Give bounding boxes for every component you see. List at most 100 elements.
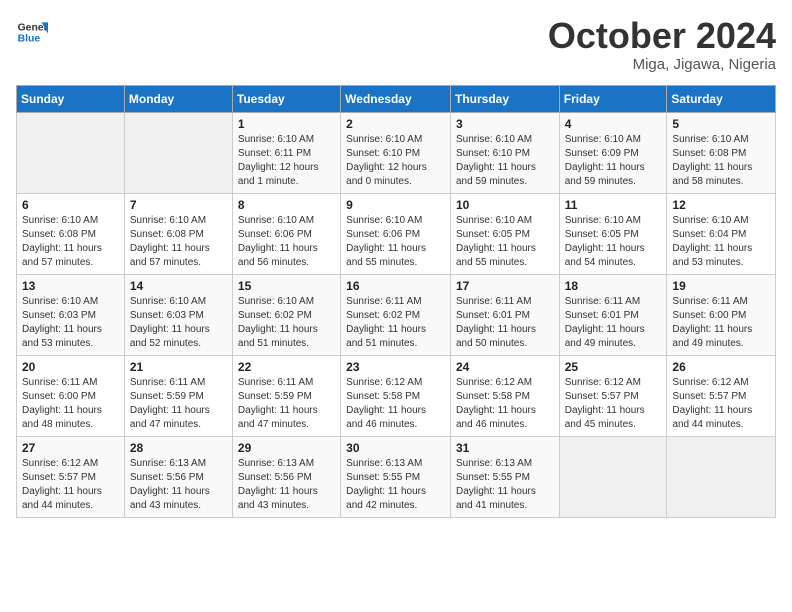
day-number: 4 — [565, 117, 662, 131]
day-info: Sunrise: 6:11 AM Sunset: 6:00 PM Dayligh… — [672, 295, 770, 351]
day-info: Sunrise: 6:10 AM Sunset: 6:10 PM Dayligh… — [346, 133, 445, 189]
day-info: Sunrise: 6:10 AM Sunset: 6:03 PM Dayligh… — [22, 295, 119, 351]
month-title: October 2024 — [548, 16, 776, 56]
day-number: 11 — [565, 198, 662, 212]
logo: General Blue — [16, 16, 48, 48]
weekday-header-friday: Friday — [559, 85, 667, 112]
day-number: 10 — [456, 198, 554, 212]
day-number: 17 — [456, 279, 554, 293]
day-info: Sunrise: 6:12 AM Sunset: 5:57 PM Dayligh… — [22, 457, 119, 513]
calendar-table: SundayMondayTuesdayWednesdayThursdayFrid… — [16, 85, 776, 518]
calendar-cell: 13 Sunrise: 6:10 AM Sunset: 6:03 PM Dayli… — [17, 274, 125, 355]
day-number: 12 — [672, 198, 770, 212]
day-number: 14 — [130, 279, 227, 293]
title-block: October 2024 Miga, Jigawa, Nigeria — [548, 16, 776, 73]
day-info: Sunrise: 6:11 AM Sunset: 5:59 PM Dayligh… — [238, 376, 335, 432]
calendar-cell: 19 Sunrise: 6:11 AM Sunset: 6:00 PM Dayli… — [667, 274, 776, 355]
day-number: 3 — [456, 117, 554, 131]
day-number: 5 — [672, 117, 770, 131]
day-info: Sunrise: 6:10 AM Sunset: 6:08 PM Dayligh… — [130, 214, 227, 270]
weekday-header-monday: Monday — [124, 85, 232, 112]
calendar-cell: 27 Sunrise: 6:12 AM Sunset: 5:57 PM Dayli… — [17, 436, 125, 517]
calendar-cell: 16Sunrise: 6:11 AM Sunset: 6:02 PM Dayli… — [341, 274, 451, 355]
day-info: Sunrise: 6:10 AM Sunset: 6:06 PM Dayligh… — [238, 214, 335, 270]
page-header: General Blue October 2024 Miga, Jigawa, … — [16, 16, 776, 73]
calendar-cell: 9Sunrise: 6:10 AM Sunset: 6:06 PM Daylig… — [341, 193, 451, 274]
calendar-cell: 18 Sunrise: 6:11 AM Sunset: 6:01 PM Dayli… — [559, 274, 667, 355]
day-info: Sunrise: 6:10 AM Sunset: 6:08 PM Dayligh… — [672, 133, 770, 189]
calendar-cell: 21 Sunrise: 6:11 AM Sunset: 5:59 PM Dayli… — [124, 355, 232, 436]
calendar-cell: 26 Sunrise: 6:12 AM Sunset: 5:57 PM Dayli… — [667, 355, 776, 436]
day-number: 7 — [130, 198, 227, 212]
calendar-cell: 17Sunrise: 6:11 AM Sunset: 6:01 PM Dayli… — [450, 274, 559, 355]
calendar-cell: 23 Sunrise: 6:12 AM Sunset: 5:58 PM Dayli… — [341, 355, 451, 436]
calendar-cell: 5 Sunrise: 6:10 AM Sunset: 6:08 PM Daylig… — [667, 112, 776, 193]
day-number: 23 — [346, 360, 445, 374]
location-subtitle: Miga, Jigawa, Nigeria — [548, 56, 776, 73]
day-info: Sunrise: 6:10 AM Sunset: 6:06 PM Dayligh… — [346, 214, 445, 270]
day-info: Sunrise: 6:13 AM Sunset: 5:55 PM Dayligh… — [456, 457, 554, 513]
day-info: Sunrise: 6:10 AM Sunset: 6:05 PM Dayligh… — [565, 214, 662, 270]
day-number: 15 — [238, 279, 335, 293]
calendar-cell: 11 Sunrise: 6:10 AM Sunset: 6:05 PM Dayli… — [559, 193, 667, 274]
day-number: 27 — [22, 441, 119, 455]
day-number: 31 — [456, 441, 554, 455]
calendar-cell — [124, 112, 232, 193]
day-info: Sunrise: 6:13 AM Sunset: 5:56 PM Dayligh… — [130, 457, 227, 513]
weekday-header-sunday: Sunday — [17, 85, 125, 112]
calendar-cell: 3 Sunrise: 6:10 AM Sunset: 6:10 PM Daylig… — [450, 112, 559, 193]
calendar-cell — [559, 436, 667, 517]
calendar-cell: 6 Sunrise: 6:10 AM Sunset: 6:08 PM Daylig… — [17, 193, 125, 274]
day-number: 13 — [22, 279, 119, 293]
weekday-header-saturday: Saturday — [667, 85, 776, 112]
day-number: 6 — [22, 198, 119, 212]
day-info: Sunrise: 6:12 AM Sunset: 5:58 PM Dayligh… — [346, 376, 445, 432]
day-info: Sunrise: 6:12 AM Sunset: 5:57 PM Dayligh… — [672, 376, 770, 432]
day-number: 19 — [672, 279, 770, 293]
day-info: Sunrise: 6:10 AM Sunset: 6:08 PM Dayligh… — [22, 214, 119, 270]
calendar-cell: 30 Sunrise: 6:13 AM Sunset: 5:55 PM Dayli… — [341, 436, 451, 517]
weekday-header-tuesday: Tuesday — [232, 85, 340, 112]
calendar-cell: 4 Sunrise: 6:10 AM Sunset: 6:09 PM Daylig… — [559, 112, 667, 193]
weekday-header-wednesday: Wednesday — [341, 85, 451, 112]
day-info: Sunrise: 6:12 AM Sunset: 5:57 PM Dayligh… — [565, 376, 662, 432]
day-number: 20 — [22, 360, 119, 374]
calendar-cell — [667, 436, 776, 517]
calendar-cell: 7 Sunrise: 6:10 AM Sunset: 6:08 PM Daylig… — [124, 193, 232, 274]
day-info: Sunrise: 6:10 AM Sunset: 6:03 PM Dayligh… — [130, 295, 227, 351]
calendar-cell: 24 Sunrise: 6:12 AM Sunset: 5:58 PM Dayli… — [450, 355, 559, 436]
day-number: 2 — [346, 117, 445, 131]
day-info: Sunrise: 6:13 AM Sunset: 5:56 PM Dayligh… — [238, 457, 335, 513]
calendar-cell: 2 Sunrise: 6:10 AM Sunset: 6:10 PM Daylig… — [341, 112, 451, 193]
day-number: 21 — [130, 360, 227, 374]
calendar-cell: 31 Sunrise: 6:13 AM Sunset: 5:55 PM Dayli… — [450, 436, 559, 517]
day-number: 30 — [346, 441, 445, 455]
day-info: Sunrise: 6:11 AM Sunset: 6:02 PM Dayligh… — [346, 295, 445, 351]
day-number: 29 — [238, 441, 335, 455]
day-number: 28 — [130, 441, 227, 455]
day-info: Sunrise: 6:11 AM Sunset: 6:00 PM Dayligh… — [22, 376, 119, 432]
day-info: Sunrise: 6:10 AM Sunset: 6:02 PM Dayligh… — [238, 295, 335, 351]
weekday-header-thursday: Thursday — [450, 85, 559, 112]
calendar-cell: 12 Sunrise: 6:10 AM Sunset: 6:04 PM Dayli… — [667, 193, 776, 274]
day-info: Sunrise: 6:11 AM Sunset: 5:59 PM Dayligh… — [130, 376, 227, 432]
calendar-cell: 29 Sunrise: 6:13 AM Sunset: 5:56 PM Dayli… — [232, 436, 340, 517]
logo-icon: General Blue — [16, 16, 48, 48]
calendar-cell: 8Sunrise: 6:10 AM Sunset: 6:06 PM Daylig… — [232, 193, 340, 274]
calendar-cell: 14 Sunrise: 6:10 AM Sunset: 6:03 PM Dayli… — [124, 274, 232, 355]
day-number: 24 — [456, 360, 554, 374]
day-number: 18 — [565, 279, 662, 293]
day-info: Sunrise: 6:12 AM Sunset: 5:58 PM Dayligh… — [456, 376, 554, 432]
calendar-cell — [17, 112, 125, 193]
svg-text:Blue: Blue — [18, 34, 41, 45]
calendar-cell: 20 Sunrise: 6:11 AM Sunset: 6:00 PM Dayli… — [17, 355, 125, 436]
day-info: Sunrise: 6:11 AM Sunset: 6:01 PM Dayligh… — [565, 295, 662, 351]
day-number: 26 — [672, 360, 770, 374]
day-info: Sunrise: 6:13 AM Sunset: 5:55 PM Dayligh… — [346, 457, 445, 513]
day-info: Sunrise: 6:10 AM Sunset: 6:09 PM Dayligh… — [565, 133, 662, 189]
day-info: Sunrise: 6:10 AM Sunset: 6:04 PM Dayligh… — [672, 214, 770, 270]
day-info: Sunrise: 6:10 AM Sunset: 6:10 PM Dayligh… — [456, 133, 554, 189]
day-number: 25 — [565, 360, 662, 374]
day-number: 1 — [238, 117, 335, 131]
calendar-cell: 10Sunrise: 6:10 AM Sunset: 6:05 PM Dayli… — [450, 193, 559, 274]
